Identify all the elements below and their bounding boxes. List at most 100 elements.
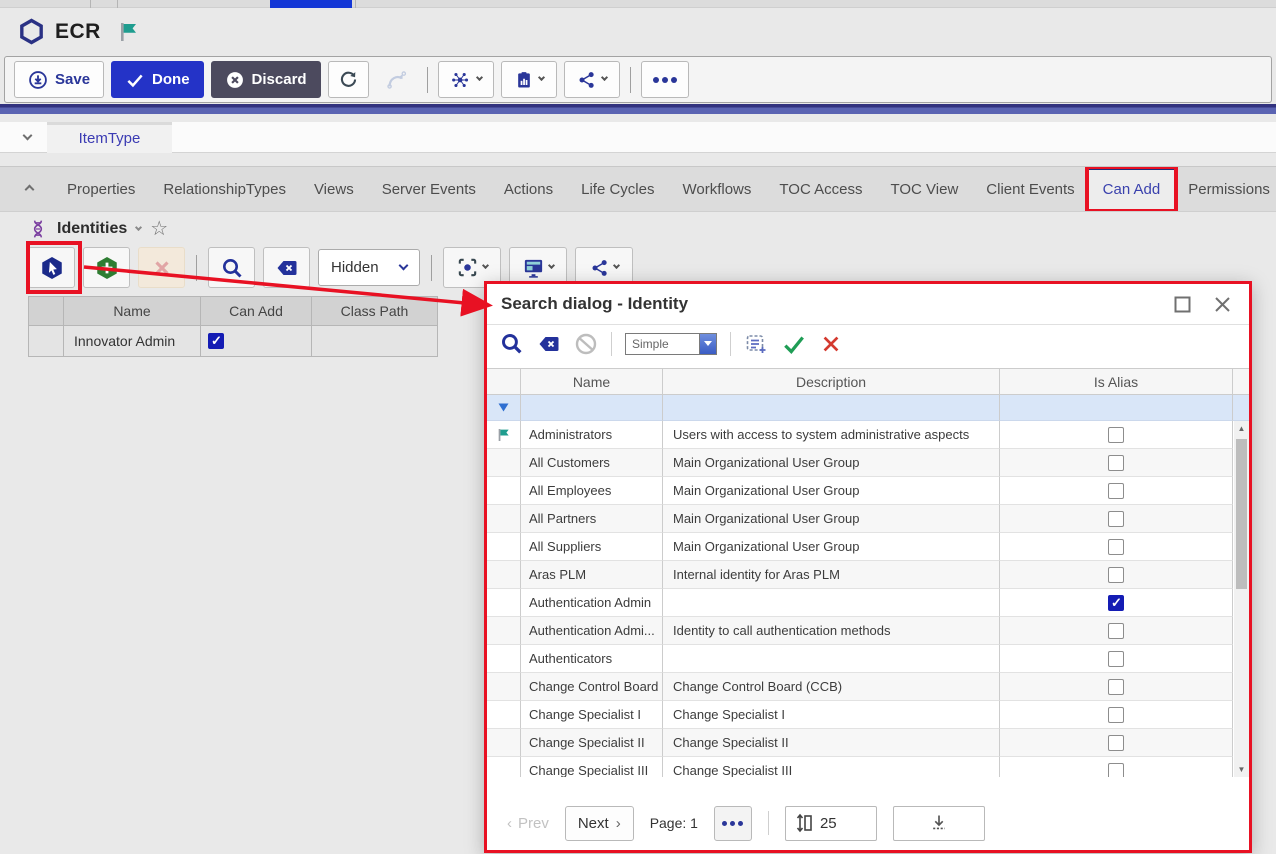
row-handle-cell[interactable]: [487, 533, 521, 561]
structure-menu-button[interactable]: [438, 61, 494, 98]
row-handle-cell[interactable]: [487, 477, 521, 505]
is-alias-checkbox[interactable]: [1108, 707, 1124, 723]
clear-search-icon[interactable]: [537, 332, 561, 356]
row-handle-cell[interactable]: [487, 589, 521, 617]
row-handle-cell[interactable]: [487, 645, 521, 673]
row-handle-cell[interactable]: [487, 617, 521, 645]
active-browser-tab-indicator[interactable]: [270, 0, 352, 8]
is-alias-checkbox[interactable]: [1108, 483, 1124, 499]
share-menu-button[interactable]: [564, 61, 620, 98]
row-handle-cell[interactable]: [487, 729, 521, 757]
dialog-filter-row[interactable]: [487, 395, 1249, 421]
dialog-grid-row[interactable]: All Customers Main Organizational User G…: [487, 449, 1233, 477]
row-handle-cell[interactable]: [487, 673, 521, 701]
done-button[interactable]: Done: [111, 61, 204, 98]
is-alias-checkbox[interactable]: [1108, 567, 1124, 583]
tab-life-cycles[interactable]: Life Cycles: [567, 167, 668, 211]
maximize-button[interactable]: [1169, 291, 1195, 317]
row-handle-cell[interactable]: [487, 421, 521, 449]
next-page-button[interactable]: Next ›: [565, 806, 634, 841]
cancel-x-icon[interactable]: [820, 333, 842, 355]
column-header-name[interactable]: Name: [64, 296, 201, 326]
tab-itemtype[interactable]: ItemType: [47, 122, 172, 153]
dialog-grid-row[interactable]: Authenticators: [487, 645, 1233, 673]
dialog-grid-row[interactable]: Change Specialist II Change Specialist I…: [487, 729, 1233, 757]
is-alias-checkbox[interactable]: [1108, 679, 1124, 695]
dialog-grid-row[interactable]: Change Specialist III Change Specialist …: [487, 757, 1233, 777]
is-alias-checkbox[interactable]: [1108, 623, 1124, 639]
dialog-grid-row[interactable]: All Suppliers Main Organizational User G…: [487, 533, 1233, 561]
dialog-grid-row[interactable]: Aras PLM Internal identity for Aras PLM: [487, 561, 1233, 589]
clear-search-button[interactable]: [263, 247, 310, 288]
tab-properties[interactable]: Properties: [53, 167, 149, 211]
tab-actions[interactable]: Actions: [490, 167, 567, 211]
tab-server-events[interactable]: Server Events: [368, 167, 490, 211]
row-handle-cell[interactable]: [487, 505, 521, 533]
row-handle-cell[interactable]: [28, 326, 64, 357]
column-header-name[interactable]: Name: [521, 368, 663, 395]
reports-menu-button[interactable]: [501, 61, 557, 98]
flag-icon[interactable]: [117, 20, 141, 44]
dialog-grid-row[interactable]: All Partners Main Organizational User Gr…: [487, 505, 1233, 533]
is-alias-checkbox[interactable]: [1108, 511, 1124, 527]
tab-client-events[interactable]: Client Events: [972, 167, 1088, 211]
is-alias-checkbox[interactable]: [1108, 763, 1124, 778]
is-alias-checkbox[interactable]: [1108, 455, 1124, 471]
page-size-control[interactable]: 25: [785, 806, 877, 841]
export-button[interactable]: [893, 806, 985, 841]
dialog-grid-row[interactable]: All Employees Main Organizational User G…: [487, 477, 1233, 505]
save-button[interactable]: Save: [14, 61, 104, 98]
column-header-is-alias[interactable]: Is Alias: [1000, 368, 1233, 395]
create-related-item-button[interactable]: [83, 247, 130, 288]
search-button[interactable]: [208, 247, 255, 288]
dialog-grid-row[interactable]: Authentication Admi... Identity to call …: [487, 617, 1233, 645]
is-alias-checkbox[interactable]: [1108, 539, 1124, 555]
row-handle-cell[interactable]: [487, 561, 521, 589]
discard-button[interactable]: Discard: [211, 61, 321, 98]
filter-handle-cell[interactable]: [487, 395, 521, 421]
panel-chevron-icon[interactable]: [135, 223, 142, 230]
favorite-star-icon[interactable]: ☆: [150, 219, 168, 239]
refresh-button[interactable]: [328, 61, 369, 98]
close-button[interactable]: [1209, 291, 1235, 317]
confirm-check-icon[interactable]: [781, 331, 807, 357]
multiselect-icon[interactable]: [744, 332, 768, 356]
tab-workflows[interactable]: Workflows: [668, 167, 765, 211]
collapse-panel-icon[interactable]: [25, 184, 35, 194]
search-icon[interactable]: [499, 331, 524, 356]
column-header-class-path[interactable]: Class Path: [312, 296, 438, 326]
is-alias-checkbox[interactable]: [1108, 651, 1124, 667]
is-alias-checkbox[interactable]: [1108, 427, 1124, 443]
filter-name-cell[interactable]: [521, 395, 663, 421]
search-mode-select[interactable]: Simple: [625, 333, 717, 355]
filter-is-alias-cell[interactable]: [1000, 395, 1233, 421]
dialog-grid-row[interactable]: Change Control Board Change Control Boar…: [487, 673, 1233, 701]
vertical-scroll-thumb[interactable]: [1236, 439, 1247, 589]
more-actions-button[interactable]: [641, 61, 689, 98]
dialog-grid-row[interactable]: Authentication Admin: [487, 589, 1233, 617]
tab-views[interactable]: Views: [300, 167, 368, 211]
tab-toc-view[interactable]: TOC View: [876, 167, 972, 211]
dialog-titlebar[interactable]: Search dialog - Identity: [487, 284, 1249, 325]
tab-permissions[interactable]: Permissions: [1174, 167, 1276, 211]
row-handle-cell[interactable]: [487, 701, 521, 729]
more-pages-button[interactable]: [714, 806, 752, 841]
column-header-description[interactable]: Description: [663, 368, 1000, 395]
collapse-chevron-icon[interactable]: [23, 130, 33, 140]
row-handle-cell[interactable]: [487, 757, 521, 777]
dialog-grid-row[interactable]: Administrators Users with access to syst…: [487, 421, 1233, 449]
column-header-can-add[interactable]: Can Add: [201, 296, 312, 326]
scroll-down-arrow[interactable]: ▼: [1234, 762, 1249, 777]
is-alias-checkbox[interactable]: [1108, 595, 1124, 611]
can-add-checkbox[interactable]: [208, 333, 224, 349]
vertical-scrollbar[interactable]: ▲ ▼: [1234, 421, 1249, 777]
row-handle-cell[interactable]: [487, 449, 521, 477]
identities-grid-row[interactable]: Innovator Admin: [28, 326, 438, 357]
is-alias-checkbox[interactable]: [1108, 735, 1124, 751]
tab-relationshiptypes[interactable]: RelationshipTypes: [149, 167, 300, 211]
tab-can-add[interactable]: Can Add: [1089, 167, 1175, 211]
scroll-up-arrow[interactable]: ▲: [1234, 421, 1249, 436]
tab-toc-access[interactable]: TOC Access: [765, 167, 876, 211]
hidden-filter-select[interactable]: Hidden: [318, 249, 420, 286]
filter-description-cell[interactable]: [663, 395, 1000, 421]
